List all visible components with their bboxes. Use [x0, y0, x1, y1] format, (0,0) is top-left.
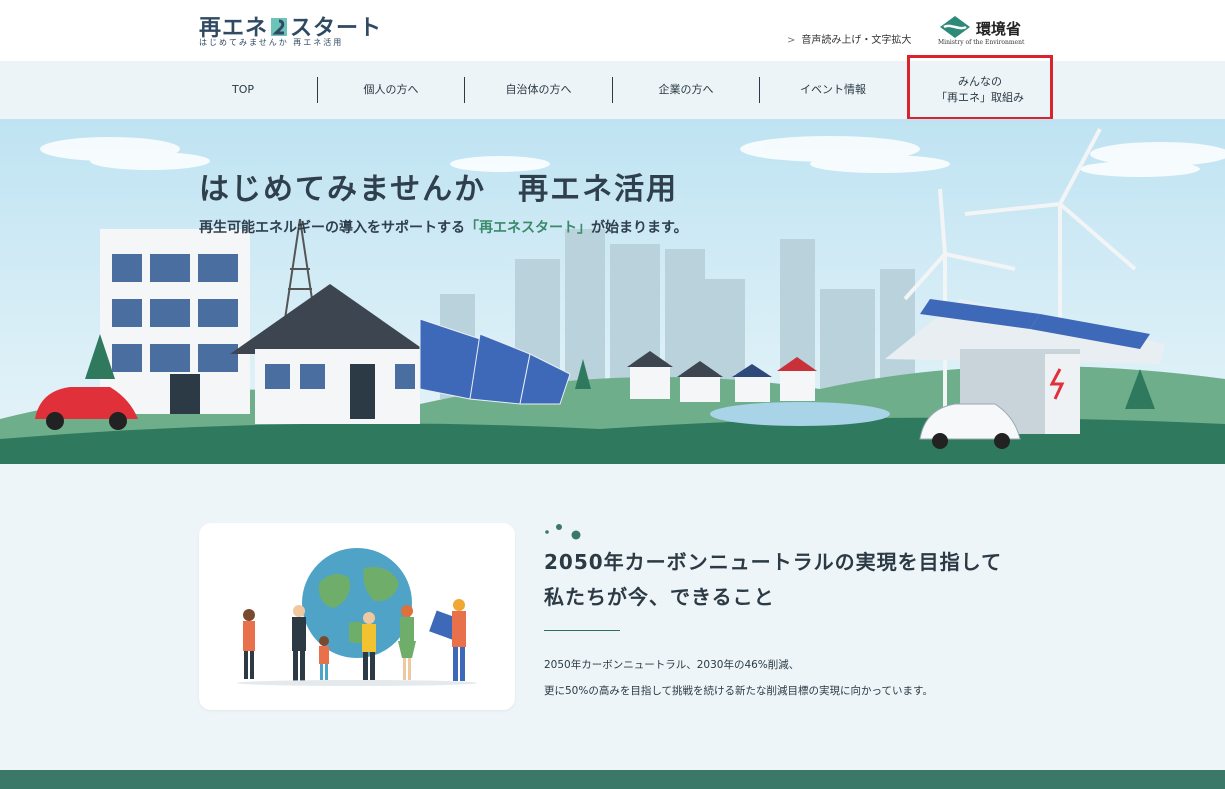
ministry-name: 環境省	[976, 20, 1022, 38]
nav-item-municipalities[interactable]: 自治体の方へ	[465, 61, 612, 119]
nav-item-individuals[interactable]: 個人の方へ	[318, 61, 464, 119]
selection-highlight-box	[907, 55, 1053, 120]
logo-tagline: はじめてみませんか 再エネ活用	[199, 38, 344, 47]
footer-band	[0, 770, 1225, 789]
logo-2-icon	[271, 18, 288, 36]
hero-banner: はじめてみませんか 再エネ活用 再生可能エネルギーの導入をサポートする「再エネス…	[0, 119, 1225, 464]
mission-title: 2050年カーボンニュートラルの実現を目指して 私たちが今、できること	[544, 550, 1003, 609]
mission-description: 2050年カーボンニュートラル、2030年の46%削減、 更に50%の高みを目指…	[544, 659, 933, 697]
site-logo[interactable]: 再エネ スタート はじめてみませんか 再エネ活用	[199, 10, 381, 50]
ministry-emblem-icon	[940, 16, 970, 38]
nav-item-events[interactable]: イベント情報	[760, 61, 906, 119]
earth-people-illustration	[237, 548, 477, 686]
nav-item-top[interactable]: TOP	[170, 61, 316, 119]
decorative-dots-icon	[545, 524, 581, 540]
ministry-english-name: Ministry of the Environment	[938, 39, 1025, 46]
mission-title-underline	[544, 630, 620, 631]
site-header: 再エネ スタート はじめてみませんか 再エネ活用 > 音声読み上げ・文字拡大 環境省…	[0, 0, 1225, 61]
hero-subtitle: 再生可能エネルギーの導入をサポートする「再エネスタート」が始まります。	[199, 220, 688, 236]
nav-item-companies[interactable]: 企業の方へ	[613, 61, 759, 119]
accessibility-link-label: 音声読み上げ・文字拡大	[801, 35, 912, 46]
accessibility-link[interactable]: > 音声読み上げ・文字拡大	[787, 31, 911, 46]
hero-subtitle-highlight: 「再エネスタート」	[465, 220, 591, 236]
ministry-logo[interactable]: 環境省 Ministry of the Environment	[938, 14, 1028, 48]
hero-title: はじめてみませんか 再エネ活用	[199, 172, 679, 207]
chevron-right-icon: >	[787, 35, 796, 46]
mission-illustration-card	[199, 523, 515, 710]
